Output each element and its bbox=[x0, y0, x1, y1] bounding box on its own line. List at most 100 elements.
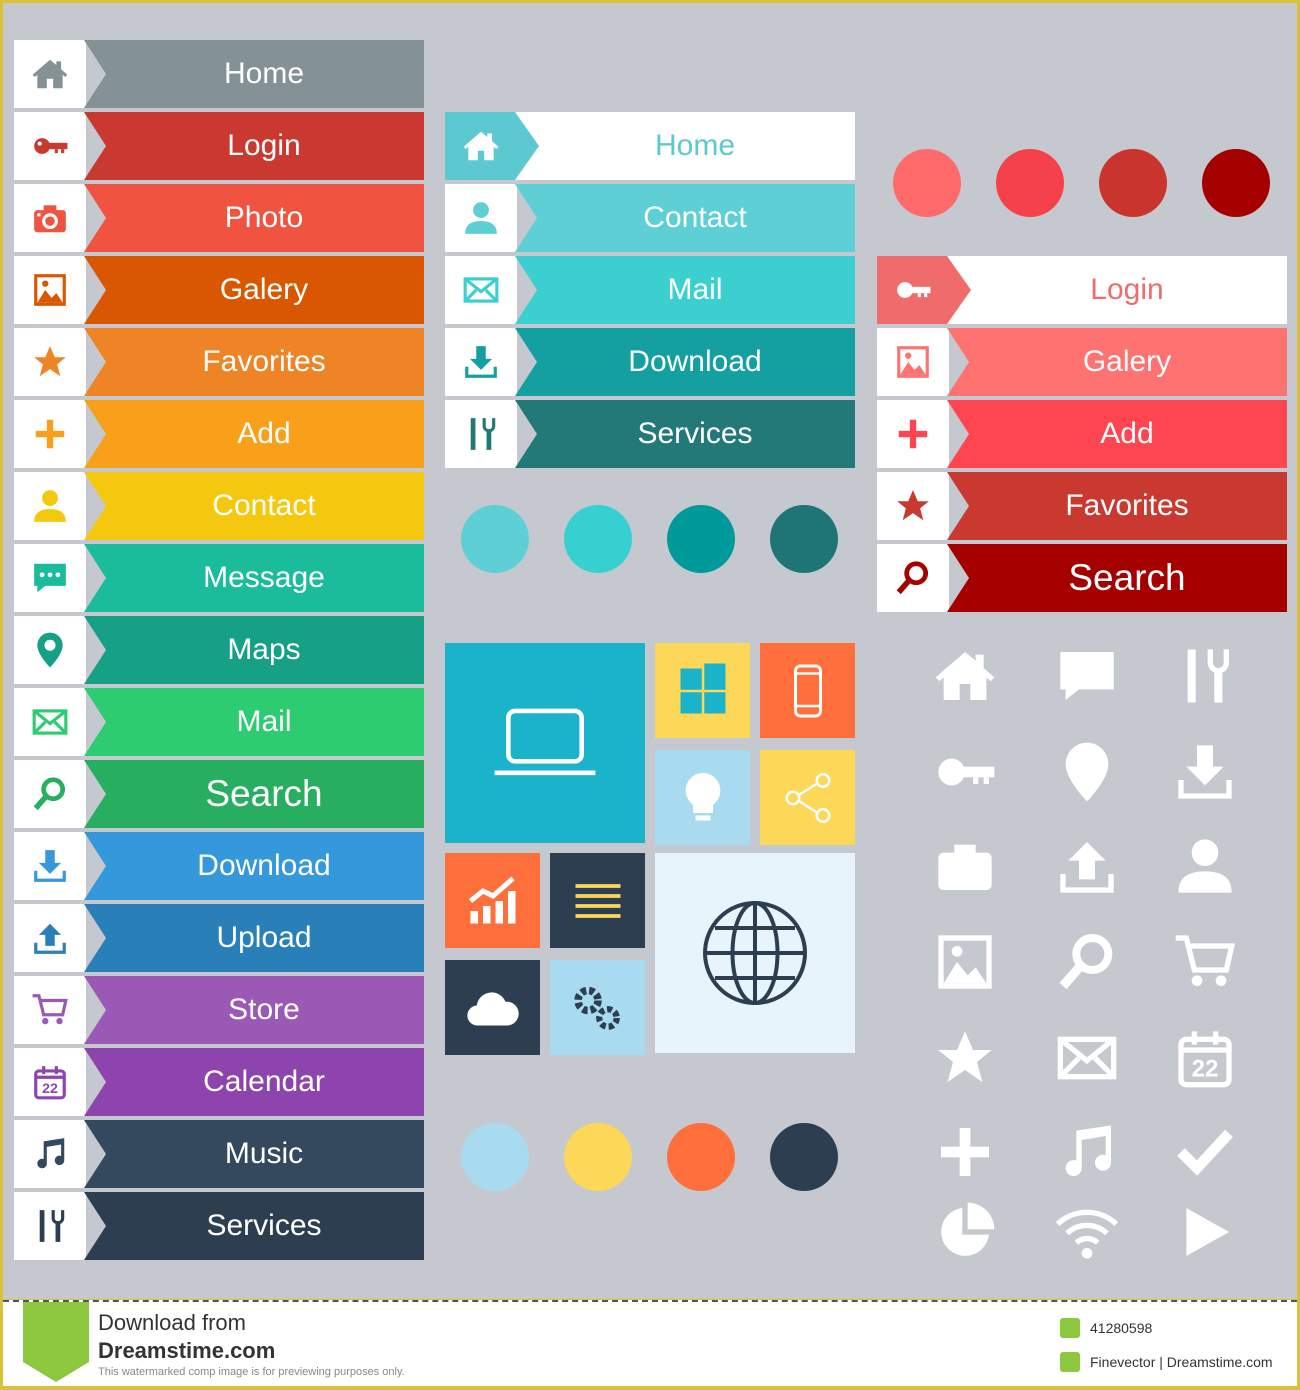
download-icon[interactable] bbox=[1165, 732, 1245, 812]
camera-icon[interactable] bbox=[925, 826, 1005, 906]
menu-item-maps[interactable]: Maps bbox=[14, 616, 424, 684]
menu-label: Services bbox=[84, 1192, 424, 1260]
tile-windows[interactable] bbox=[655, 643, 750, 738]
check-icon[interactable] bbox=[1165, 1112, 1245, 1192]
tile-cloud[interactable] bbox=[445, 960, 540, 1055]
icon-box bbox=[445, 328, 517, 396]
menu-item-message[interactable]: Message bbox=[14, 544, 424, 612]
menu-item-contact[interactable]: Contact bbox=[445, 184, 855, 252]
pie-icon[interactable] bbox=[925, 1192, 1005, 1272]
menu-item-favorites[interactable]: Favorites bbox=[877, 472, 1287, 540]
menu-item-download[interactable]: Download bbox=[14, 832, 424, 900]
menu-item-calendar[interactable]: 22 Calendar bbox=[14, 1048, 424, 1116]
globe-icon bbox=[695, 893, 815, 1013]
svg-text:22: 22 bbox=[1192, 1056, 1219, 1083]
user-icon[interactable] bbox=[1165, 826, 1245, 906]
menu-item-login[interactable]: Login bbox=[14, 112, 424, 180]
menu-label: Galery bbox=[947, 328, 1287, 396]
tile-lines[interactable] bbox=[550, 853, 645, 948]
music-icon bbox=[31, 1135, 69, 1173]
menu-item-mail[interactable]: Mail bbox=[14, 688, 424, 756]
search-icon[interactable] bbox=[1047, 922, 1127, 1002]
banner-line2[interactable]: Dreamstime.com bbox=[98, 1338, 275, 1364]
icon-box bbox=[14, 40, 86, 108]
bulb-icon bbox=[673, 768, 733, 828]
menu-item-photo[interactable]: Photo bbox=[14, 184, 424, 252]
tile-chart[interactable] bbox=[445, 853, 540, 948]
message-icon[interactable] bbox=[1047, 636, 1127, 716]
music-icon[interactable] bbox=[1047, 1112, 1127, 1192]
menu-item-home[interactable]: Home bbox=[445, 112, 855, 180]
tile-phone[interactable] bbox=[760, 643, 855, 738]
menu-item-upload[interactable]: Upload bbox=[14, 904, 424, 972]
message-icon bbox=[31, 559, 69, 597]
menu-item-contact[interactable]: Contact bbox=[14, 472, 424, 540]
icon-box bbox=[877, 544, 949, 612]
user-icon bbox=[31, 487, 69, 525]
tools-icon[interactable] bbox=[1165, 636, 1245, 716]
menu-item-services[interactable]: Services bbox=[445, 400, 855, 468]
wifi-icon[interactable] bbox=[1047, 1192, 1127, 1272]
menu-item-galery[interactable]: Galery bbox=[877, 328, 1287, 396]
menu-label: Add bbox=[947, 400, 1287, 468]
tile-color-swatch bbox=[564, 1123, 632, 1191]
banner-note: This watermarked comp image is for previ… bbox=[98, 1366, 405, 1378]
menu-item-home[interactable]: Home bbox=[14, 40, 424, 108]
menu-item-store[interactable]: Store bbox=[14, 976, 424, 1044]
icon-box bbox=[14, 544, 86, 612]
tile-bulb[interactable] bbox=[655, 750, 750, 845]
menu-label: Calendar bbox=[84, 1048, 424, 1116]
menu-item-add[interactable]: Add bbox=[14, 400, 424, 468]
key-icon bbox=[31, 127, 69, 165]
menu-item-favorites[interactable]: Favorites bbox=[14, 328, 424, 396]
key-icon[interactable] bbox=[925, 732, 1005, 812]
calendar-icon[interactable]: 22 bbox=[1165, 1018, 1245, 1098]
icon-box bbox=[14, 472, 86, 540]
mail-icon bbox=[31, 703, 69, 741]
cart-icon[interactable] bbox=[1165, 922, 1245, 1002]
upload-icon[interactable] bbox=[1047, 826, 1127, 906]
menu-item-music[interactable]: Music bbox=[14, 1120, 424, 1188]
teal-swatch bbox=[667, 505, 735, 573]
image-icon[interactable] bbox=[925, 922, 1005, 1002]
icon-box bbox=[14, 184, 86, 252]
icon-box bbox=[445, 184, 517, 252]
home-icon[interactable] bbox=[925, 636, 1005, 716]
calendar-icon: 22 bbox=[31, 1063, 69, 1101]
plus-icon[interactable] bbox=[925, 1112, 1005, 1192]
plus-icon bbox=[894, 415, 932, 453]
menu-label: Download bbox=[515, 328, 855, 396]
author[interactable]: Finevector | Dreamstime.com bbox=[1090, 1354, 1273, 1370]
menu-item-services[interactable]: Services bbox=[14, 1192, 424, 1260]
play-icon[interactable] bbox=[1165, 1192, 1245, 1272]
icon-box bbox=[14, 904, 86, 972]
tools-icon bbox=[31, 1207, 69, 1245]
menu-item-search[interactable]: Search bbox=[877, 544, 1287, 612]
star-icon[interactable] bbox=[925, 1018, 1005, 1098]
id-badge-icon bbox=[1060, 1318, 1080, 1338]
menu-label: Maps bbox=[84, 616, 424, 684]
search-icon bbox=[31, 775, 69, 813]
menu-label: Login bbox=[947, 256, 1287, 324]
menu-item-download[interactable]: Download bbox=[445, 328, 855, 396]
menu-item-galery[interactable]: Galery bbox=[14, 256, 424, 324]
icon-box bbox=[14, 1120, 86, 1188]
map-pin-icon[interactable] bbox=[1047, 732, 1127, 812]
menu-item-add[interactable]: Add bbox=[877, 400, 1287, 468]
menu-item-mail[interactable]: Mail bbox=[445, 256, 855, 324]
menu-label: Home bbox=[515, 112, 855, 180]
tile-gears[interactable] bbox=[550, 960, 645, 1055]
author-badge-icon bbox=[1060, 1352, 1080, 1372]
menu-item-login[interactable]: Login bbox=[877, 256, 1287, 324]
menu-label: Download bbox=[84, 832, 424, 900]
menu-label: Contact bbox=[84, 472, 424, 540]
red-swatch bbox=[1202, 149, 1270, 217]
menu-item-search[interactable]: Search bbox=[14, 760, 424, 828]
tile-laptop[interactable] bbox=[445, 643, 645, 843]
tile-globe[interactable] bbox=[655, 853, 855, 1053]
chart-icon bbox=[463, 871, 523, 931]
teal-swatch bbox=[461, 505, 529, 573]
mail-icon[interactable] bbox=[1047, 1018, 1127, 1098]
tile-share[interactable] bbox=[760, 750, 855, 845]
lines-icon bbox=[568, 871, 628, 931]
